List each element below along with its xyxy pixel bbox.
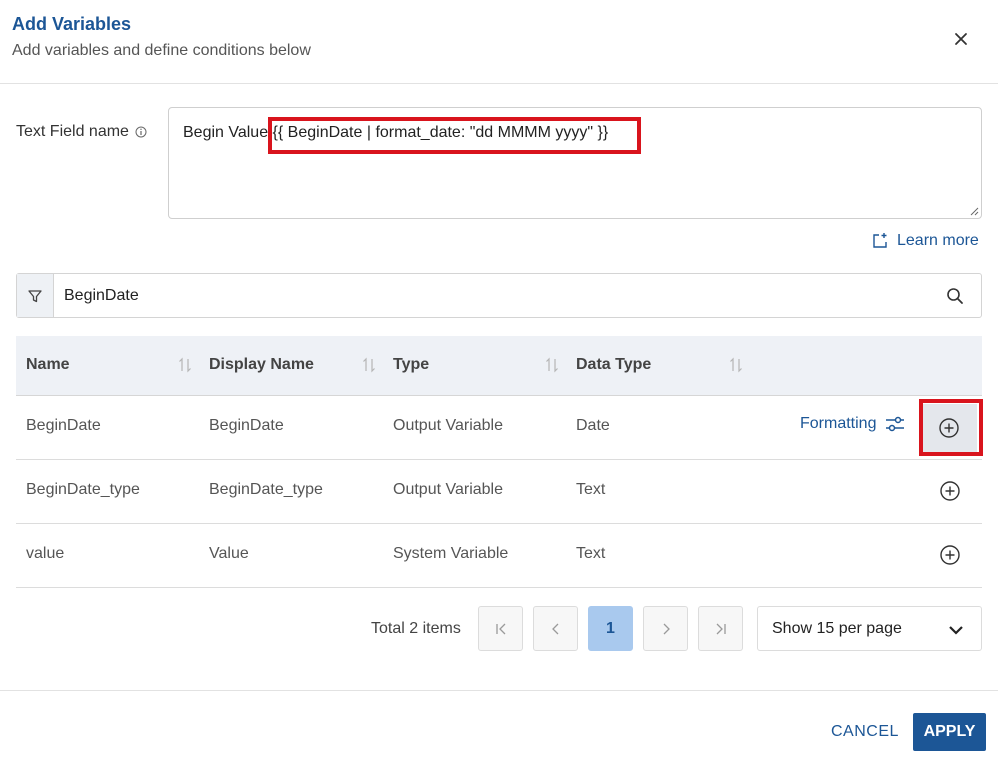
plus-circle-icon: [940, 545, 960, 565]
cell-type: System Variable: [393, 545, 509, 562]
first-page-button[interactable]: [478, 606, 523, 651]
search-input[interactable]: BeginDate: [64, 287, 139, 305]
sort-icon[interactable]: [729, 356, 743, 374]
previous-page-button[interactable]: [533, 606, 578, 651]
add-variable-button[interactable]: [921, 404, 977, 452]
formatting-button[interactable]: Formatting: [800, 414, 906, 434]
table-row: BeginDate BeginDate Output Variable Date…: [16, 396, 982, 460]
table-header: Name Display Name Type Data Type: [16, 336, 982, 396]
sort-icon[interactable]: [545, 356, 559, 374]
cancel-button[interactable]: CANCEL: [831, 723, 899, 741]
variables-table: Name Display Name Type Data Type BeginDa…: [16, 336, 982, 588]
cell-display-name: BeginDate_type: [209, 481, 323, 498]
text-field-value: Begin Value {{ BeginDate | format_date: …: [183, 124, 608, 142]
column-header-data-type[interactable]: Data Type: [576, 336, 651, 396]
plus-circle-icon: [940, 481, 960, 501]
add-variable-button[interactable]: [936, 541, 964, 569]
cell-type: Output Variable: [393, 481, 503, 498]
last-page-icon: [716, 623, 726, 634]
sort-icon[interactable]: [178, 356, 192, 374]
apply-button[interactable]: APPLY: [913, 713, 986, 751]
per-page-select[interactable]: Show 15 per page: [757, 606, 982, 651]
filter-icon: [28, 289, 42, 302]
footer-divider: [0, 690, 998, 691]
filter-button[interactable]: [17, 274, 54, 317]
text-field-value-expression: {{ BeginDate | format_date: "dd MMMM yyy…: [272, 124, 609, 141]
plus-circle-icon: [939, 418, 959, 438]
column-header-name[interactable]: Name: [26, 336, 70, 396]
cell-name: value: [26, 545, 65, 562]
learn-more-link[interactable]: Learn more: [871, 232, 979, 250]
dialog-subtitle: Add variables and define conditions belo…: [12, 42, 311, 59]
chevron-left-icon: [551, 623, 558, 634]
formatting-label: Formatting: [800, 415, 877, 432]
cell-data-type: Date: [576, 417, 610, 434]
external-link-icon: [873, 233, 887, 248]
cell-data-type: Text: [576, 545, 606, 562]
column-header-display-name[interactable]: Display Name: [209, 336, 314, 396]
close-icon: [955, 33, 967, 45]
chevron-down-icon: [949, 626, 963, 635]
add-variable-button[interactable]: [936, 477, 964, 505]
cell-name: BeginDate_type: [26, 481, 140, 498]
sort-icon[interactable]: [362, 356, 376, 374]
first-page-icon: [495, 623, 505, 634]
cell-name: BeginDate: [26, 417, 101, 434]
next-page-button[interactable]: [643, 606, 688, 651]
resize-grip-icon[interactable]: [969, 206, 979, 216]
dialog-title: Add Variables: [12, 14, 132, 34]
info-icon: [135, 126, 147, 138]
text-field-label: Text Field name: [16, 123, 147, 141]
page-number-button[interactable]: 1: [588, 606, 633, 651]
text-field-label-text: Text Field name: [16, 123, 129, 140]
table-row: value Value System Variable Text: [16, 524, 982, 588]
sliders-icon: [886, 416, 905, 432]
close-button[interactable]: [950, 28, 972, 50]
last-page-button[interactable]: [698, 606, 743, 651]
per-page-value: Show 15 per page: [772, 620, 902, 637]
table-row: BeginDate_type BeginDate_type Output Var…: [16, 460, 982, 524]
cell-type: Output Variable: [393, 417, 503, 434]
variable-search-bar: BeginDate: [16, 273, 982, 318]
header-divider: [0, 83, 998, 84]
cell-display-name: BeginDate: [209, 417, 284, 434]
text-field-value-prefix: Begin Value: [183, 124, 273, 141]
total-items-label: Total 2 items: [371, 620, 461, 637]
cell-data-type: Text: [576, 481, 606, 498]
column-header-type[interactable]: Type: [393, 336, 429, 396]
text-field-input[interactable]: Begin Value {{ BeginDate | format_date: …: [168, 107, 982, 219]
learn-more-label: Learn more: [897, 232, 979, 249]
cell-display-name: Value: [209, 545, 249, 562]
chevron-right-icon: [663, 623, 670, 634]
search-icon[interactable]: [945, 286, 965, 306]
